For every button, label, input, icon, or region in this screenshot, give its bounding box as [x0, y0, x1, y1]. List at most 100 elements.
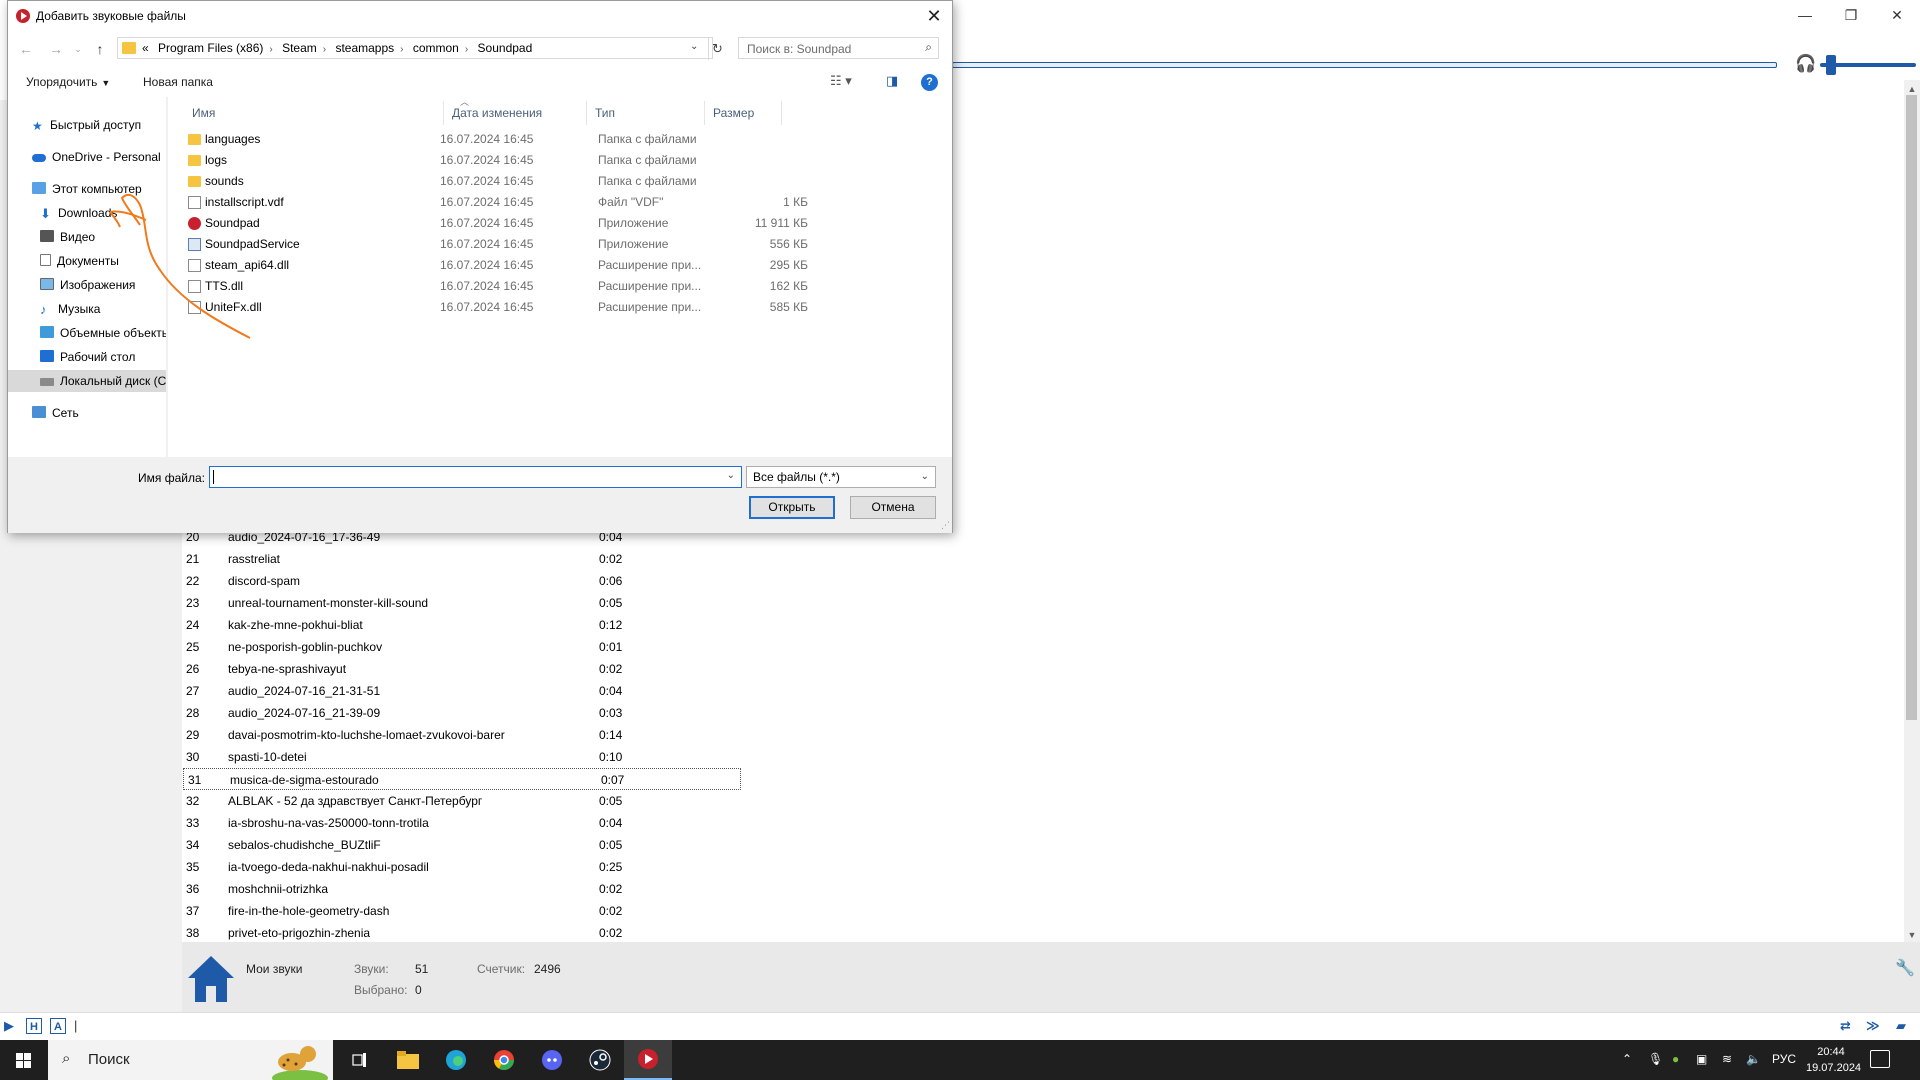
column-date-header[interactable]: Дата изменения [444, 101, 587, 125]
breadcrumb-item[interactable]: steamapps [335, 41, 394, 55]
back-icon[interactable]: ← [16, 39, 36, 59]
nav-onedrive[interactable]: OneDrive - Personal [32, 146, 166, 168]
table-row[interactable]: 35 ia-tvoego-deda-nakhui-nakhui-posadil 0:… [182, 856, 742, 878]
table-row[interactable]: 21 rasstreliat 0:02 [182, 548, 742, 570]
chrome-icon[interactable] [480, 1040, 528, 1080]
table-row[interactable]: 28 audio_2024-07-16_21-39-09 0:03 [182, 702, 742, 724]
table-row[interactable]: 25 ne-posporish-goblin-puchkov 0:01 [182, 636, 742, 658]
play-icon[interactable]: ▶ [4, 1018, 14, 1034]
preview-pane-icon[interactable]: ◨ [886, 73, 898, 89]
table-row[interactable]: 33 ia-sbroshu-na-vas-250000-tonn-trotila 0… [182, 812, 742, 834]
language-indicator[interactable]: РУС [1772, 1052, 1796, 1066]
home-icon[interactable] [186, 954, 236, 1004]
wifi-icon[interactable]: ≋ [1722, 1052, 1732, 1066]
table-row[interactable]: 32 ALBLAK - 52 да здравствует Санкт-Петер… [182, 790, 742, 812]
table-row[interactable]: 29 davai-posmotrim-kto-luchshe-lomaet-zvu… [182, 724, 742, 746]
file-row[interactable]: languages 16.07.2024 16:45 Папка с файлами [168, 129, 768, 150]
nav-this-pc[interactable]: Этот компьютер [32, 178, 166, 200]
scroll-up-icon[interactable]: ▲ [1904, 82, 1920, 96]
chat-icon[interactable]: ▰ [1896, 1018, 1906, 1034]
nav-3d-objects[interactable]: Объемные объекты [40, 322, 166, 344]
chevron-up-icon[interactable]: ⌃ [1622, 1052, 1632, 1066]
soundpad-taskbar-icon[interactable] [624, 1040, 672, 1080]
help-icon[interactable]: ? [921, 74, 938, 91]
filename-input[interactable]: ⌄ [209, 466, 742, 488]
file-row[interactable]: sounds 16.07.2024 16:45 Папка с файлами [168, 171, 768, 192]
table-row[interactable]: 23 unreal-tournament-monster-kill-sound 0:… [182, 592, 742, 614]
table-row[interactable]: 30 spasti-10-detei 0:10 [182, 746, 742, 768]
table-row[interactable]: 37 fire-in-the-hole-geometry-dash 0:02 [182, 900, 742, 922]
file-row[interactable]: Soundpad 16.07.2024 16:45 Приложение 11 911… [168, 213, 808, 234]
table-row[interactable]: 36 moshchnii-otrizhka 0:02 [182, 878, 742, 900]
up-icon[interactable]: ↑ [90, 39, 110, 59]
table-row[interactable]: 24 kak-zhe-mne-pokhui-bliat 0:12 [182, 614, 742, 636]
search-icon[interactable]: ⌕ [925, 40, 932, 55]
table-row[interactable]: 22 discord-spam 0:06 [182, 570, 742, 592]
file-row[interactable]: UniteFx.dll 16.07.2024 16:45 Расширение пр… [168, 297, 808, 318]
restore-button[interactable]: ❐ [1828, 0, 1874, 30]
tray-app-icon[interactable]: ● [1672, 1052, 1679, 1066]
repeat-icon[interactable]: ⇄ [1840, 1018, 1851, 1034]
notification-center-icon[interactable] [1870, 1050, 1890, 1068]
address-bar[interactable]: « Program Files (x86) › Steam › steamapps ›… [117, 37, 723, 60]
file-row[interactable]: logs 16.07.2024 16:45 Папка с файлами [168, 150, 768, 171]
file-row[interactable]: installscript.vdf 16.07.2024 16:45 Файл "V… [168, 192, 808, 213]
headphones-icon[interactable]: 🎧 [1795, 54, 1816, 74]
file-explorer-icon[interactable] [384, 1040, 432, 1080]
table-row[interactable]: 27 audio_2024-07-16_21-31-51 0:04 [182, 680, 742, 702]
volume-icon[interactable]: 🔈 [1746, 1052, 1761, 1066]
volume-slider-thumb[interactable] [1826, 55, 1836, 75]
column-name-header[interactable]: Имя [184, 101, 444, 125]
table-row[interactable]: 31 musica-de-sigma-estourado 0:07 [183, 768, 741, 790]
column-size-header[interactable]: Размер [705, 101, 782, 125]
forward-icon[interactable]: ≫ [1866, 1018, 1880, 1034]
breadcrumb-overflow[interactable]: « [142, 41, 149, 55]
recent-dropdown-icon[interactable]: ⌄ [68, 39, 88, 59]
cancel-button[interactable]: Отмена [850, 496, 936, 519]
edge-icon[interactable] [432, 1040, 480, 1080]
scrollbar-thumb[interactable] [1906, 95, 1917, 720]
close-window-button[interactable]: ✕ [1874, 0, 1920, 30]
nav-local-disk[interactable]: Локальный диск (C:) [8, 370, 166, 392]
new-folder-button[interactable]: Новая папка [143, 75, 213, 89]
nav-quick-access[interactable]: ★ Быстрый доступ [32, 114, 166, 136]
open-button[interactable]: Открыть [749, 496, 835, 519]
nav-documents[interactable]: Документы [40, 250, 166, 272]
hotkey-h-icon[interactable]: H [26, 1018, 42, 1034]
table-row[interactable]: 34 sebalos-chudishche_BUZtliF 0:05 [182, 834, 742, 856]
taskbar-search[interactable]: ⌕ Поиск [48, 1040, 333, 1080]
scroll-down-icon[interactable]: ▼ [1904, 928, 1920, 942]
wrench-icon[interactable]: 🔧 [1895, 958, 1915, 978]
camera-icon[interactable]: ▣ [1696, 1052, 1707, 1066]
breadcrumb-item[interactable]: Soundpad [478, 41, 533, 55]
hotkey-a-icon[interactable]: A [50, 1018, 66, 1034]
file-row[interactable]: SoundpadService 16.07.2024 16:45 Приложени… [168, 234, 808, 255]
file-type-select[interactable]: Все файлы (*.*) ⌄ [746, 466, 936, 488]
seek-bar[interactable] [952, 62, 1777, 68]
view-options-icon[interactable]: ☷ ▾ [830, 73, 852, 89]
refresh-icon[interactable]: ↻ [708, 38, 726, 60]
chevron-down-icon[interactable]: ⌄ [727, 470, 735, 481]
search-input[interactable]: Поиск в: Soundpad ⌕ [738, 37, 939, 59]
breadcrumb-item[interactable]: Steam [282, 41, 317, 55]
nav-network[interactable]: Сеть [32, 402, 166, 424]
file-row[interactable]: steam_api64.dll 16.07.2024 16:45 Расширени… [168, 255, 808, 276]
breadcrumb-item[interactable]: Program Files (x86) [158, 41, 263, 55]
minimize-button[interactable]: — [1782, 0, 1828, 30]
organize-button[interactable]: Упорядочить ▼ [26, 75, 110, 89]
steam-icon[interactable] [576, 1040, 624, 1080]
nav-desktop[interactable]: Рабочий стол [40, 346, 166, 368]
table-row[interactable]: 26 tebya-ne-sprashivayut 0:02 [182, 658, 742, 680]
nav-images[interactable]: Изображения [40, 274, 166, 296]
column-type-header[interactable]: Тип [587, 101, 705, 125]
chevron-down-icon[interactable]: ⌄ [690, 41, 698, 52]
nav-music[interactable]: ♪ Музыка [40, 298, 166, 320]
task-view-icon[interactable] [336, 1040, 384, 1080]
resize-grip-icon[interactable]: ⋰ [941, 520, 950, 531]
nav-video[interactable]: Видео [40, 226, 166, 248]
start-button[interactable] [0, 1040, 48, 1080]
microphone-icon[interactable]: 🎙 [1648, 1052, 1663, 1066]
dialog-close-button[interactable]: ✕ [916, 1, 952, 31]
breadcrumb-item[interactable]: common [413, 41, 459, 55]
file-row[interactable]: TTS.dll 16.07.2024 16:45 Расширение при...… [168, 276, 808, 297]
